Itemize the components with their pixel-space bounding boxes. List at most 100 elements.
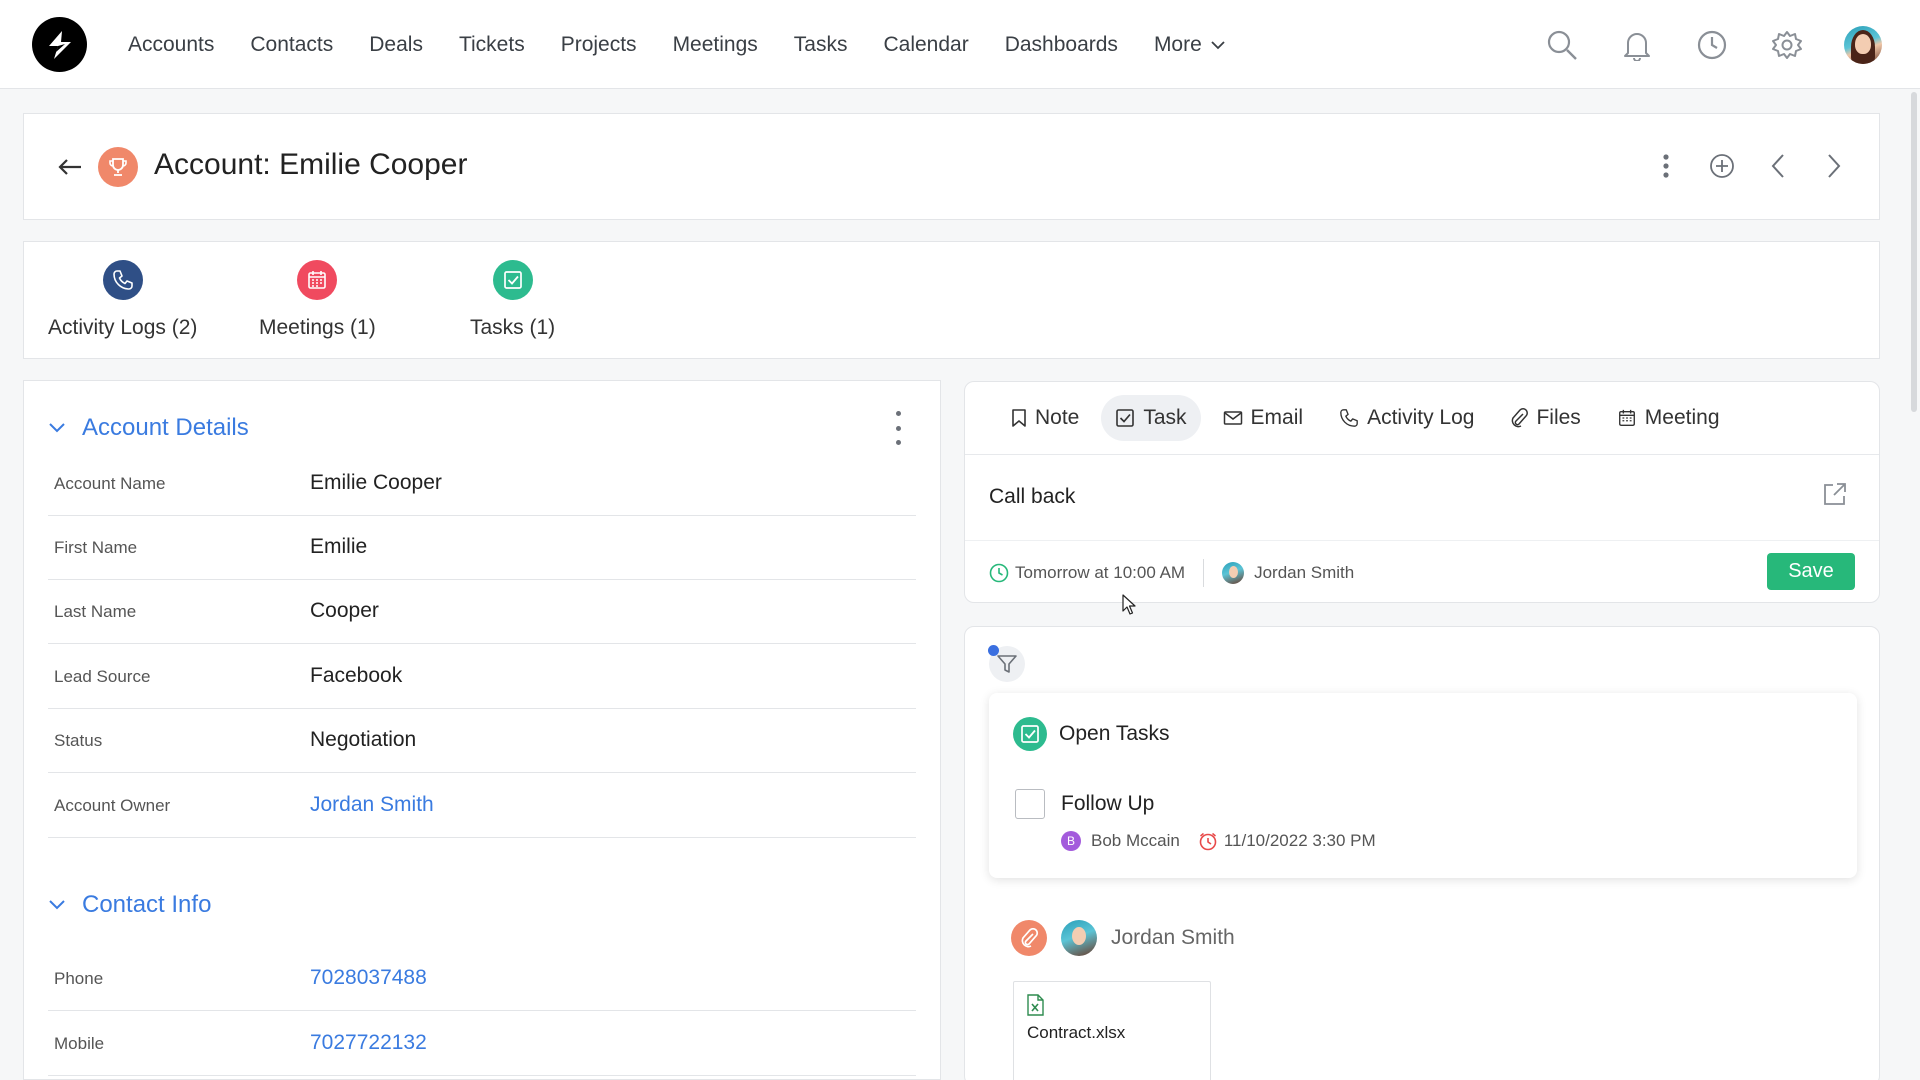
search-icon[interactable] xyxy=(1544,27,1580,63)
save-button[interactable]: Save xyxy=(1767,553,1855,590)
due-date-picker[interactable]: Tomorrow at 10:00 AM xyxy=(989,563,1185,583)
user-avatar[interactable] xyxy=(1844,25,1882,64)
divider xyxy=(1203,559,1205,587)
app-logo[interactable] xyxy=(32,17,87,72)
nav-deals[interactable]: Deals xyxy=(369,33,423,57)
account-details-header[interactable]: Account Details xyxy=(48,414,249,442)
logo-mark-icon xyxy=(48,30,71,59)
previous-record-icon[interactable] xyxy=(1763,144,1793,188)
bell-icon[interactable] xyxy=(1619,27,1655,63)
assignee-avatar xyxy=(1222,562,1245,584)
assignee-initial-badge: B xyxy=(1061,831,1081,851)
clock-icon xyxy=(989,563,1009,583)
nav-meetings[interactable]: Meetings xyxy=(673,33,758,57)
feed-user-name[interactable]: Jordan Smith xyxy=(1111,926,1235,950)
task-title-input[interactable]: Call back xyxy=(989,485,1075,509)
feed-user-avatar xyxy=(1061,920,1097,956)
calendar-icon xyxy=(297,260,338,300)
task-complete-checkbox[interactable] xyxy=(1015,789,1045,819)
task-assignee[interactable]: Bob Mccain xyxy=(1091,831,1180,851)
field-value[interactable]: Emilie xyxy=(310,535,367,559)
open-tasks-header: Open Tasks xyxy=(1013,717,1170,751)
field-status: Status Negotiation xyxy=(48,709,916,773)
paperclip-icon xyxy=(1512,408,1529,428)
related-lists: Activity Logs (2) Meetings (1) Tasks (1) xyxy=(23,241,1880,359)
field-value[interactable]: Negotiation xyxy=(310,728,416,752)
nav-calendar[interactable]: Calendar xyxy=(883,33,968,57)
task-name[interactable]: Follow Up xyxy=(1061,792,1154,816)
nav-tickets[interactable]: Tickets xyxy=(459,33,525,57)
due-date-label: Tomorrow at 10:00 AM xyxy=(1015,563,1186,582)
trophy-icon xyxy=(98,147,138,187)
related-tasks[interactable]: Tasks (1) xyxy=(470,260,555,340)
assignee-name: Jordan Smith xyxy=(1254,563,1355,582)
tab-note-label: Note xyxy=(1035,406,1080,429)
tab-meeting-label: Meeting xyxy=(1644,406,1720,429)
nav-accounts[interactable]: Accounts xyxy=(128,33,214,57)
check-square-icon xyxy=(492,260,533,300)
nav-tasks[interactable]: Tasks xyxy=(794,33,848,57)
related-meetings[interactable]: Meetings (1) xyxy=(259,260,376,340)
tab-task[interactable]: Task xyxy=(1101,395,1201,441)
header-actions xyxy=(1651,144,1849,188)
field-value[interactable]: Cooper xyxy=(310,599,379,623)
nav-projects[interactable]: Projects xyxy=(561,33,637,57)
mobile-link[interactable]: 7027722132 xyxy=(310,1031,427,1055)
field-label: Account Owner xyxy=(54,796,171,815)
contact-info-title: Contact Info xyxy=(82,891,212,918)
record-header: Account: Emilie Cooper xyxy=(23,113,1880,220)
tab-email[interactable]: Email xyxy=(1209,395,1318,441)
phone-link[interactable]: 7028037488 xyxy=(310,966,427,990)
check-square-icon xyxy=(1116,409,1135,427)
nav-more[interactable]: More xyxy=(1154,33,1226,57)
excel-file-icon xyxy=(1027,994,1044,1016)
field-label: Status xyxy=(54,731,103,750)
field-value[interactable]: Emilie Cooper xyxy=(310,471,442,495)
account-details-title: Account Details xyxy=(82,414,249,441)
tab-activity-log-label: Activity Log xyxy=(1367,406,1475,429)
gear-icon[interactable] xyxy=(1769,27,1805,63)
bookmark-icon xyxy=(1012,409,1026,427)
clock-icon[interactable] xyxy=(1694,27,1730,63)
field-label: Last Name xyxy=(54,602,137,621)
paperclip-icon xyxy=(1011,920,1047,956)
add-circle-icon[interactable] xyxy=(1707,144,1737,188)
related-meetings-label: Meetings (1) xyxy=(259,316,376,339)
divider xyxy=(965,540,1879,541)
tab-task-label: Task xyxy=(1143,406,1187,429)
tab-meeting[interactable]: Meeting xyxy=(1603,395,1734,441)
field-label: Mobile xyxy=(54,1034,105,1053)
page-scrollbar[interactable] xyxy=(1911,92,1917,412)
back-arrow-icon[interactable] xyxy=(50,147,90,187)
tab-note[interactable]: Note xyxy=(997,395,1093,441)
section-menu-icon[interactable] xyxy=(892,411,904,445)
task-due: 11/10/2022 3:30 PM xyxy=(1198,831,1376,851)
related-activity-logs[interactable]: Activity Logs (2) xyxy=(48,260,197,340)
open-tasks-card: Open Tasks Follow Up B Bob Mccain 11/10/… xyxy=(989,693,1857,878)
next-record-icon[interactable] xyxy=(1819,144,1849,188)
task-due-date: 11/10/2022 3:30 PM xyxy=(1223,831,1376,850)
more-vertical-icon[interactable] xyxy=(1651,144,1681,188)
nav-icons xyxy=(1544,0,1882,89)
expand-external-icon[interactable] xyxy=(1821,480,1849,508)
top-nav: Accounts Contacts Deals Tickets Projects… xyxy=(0,0,1920,89)
nav-dashboards[interactable]: Dashboards xyxy=(1005,33,1118,57)
chevron-down-icon xyxy=(49,900,65,910)
open-tasks-title: Open Tasks xyxy=(1059,722,1170,745)
tab-activity-log[interactable]: Activity Log xyxy=(1325,395,1488,441)
file-attachment[interactable]: Contract.xlsx xyxy=(1013,981,1211,1080)
task-meta: Tomorrow at 10:00 AM Jordan Smith xyxy=(989,556,1354,590)
assignee-picker[interactable]: Jordan Smith xyxy=(1222,562,1354,584)
activity-timeline: Open Tasks Follow Up B Bob Mccain 11/10/… xyxy=(964,626,1880,1080)
field-value[interactable]: Facebook xyxy=(310,664,402,688)
field-label: First Name xyxy=(54,538,138,557)
field-label: Phone xyxy=(54,969,104,988)
contact-info-header[interactable]: Contact Info xyxy=(48,891,211,919)
mail-icon xyxy=(1223,411,1242,425)
account-owner-link[interactable]: Jordan Smith xyxy=(310,793,434,817)
tab-email-label: Email xyxy=(1250,406,1304,429)
nav-contacts[interactable]: Contacts xyxy=(250,33,333,57)
field-lead-source: Lead Source Facebook xyxy=(48,645,916,709)
tab-files[interactable]: Files xyxy=(1496,395,1594,441)
chevron-down-icon xyxy=(1211,40,1225,49)
